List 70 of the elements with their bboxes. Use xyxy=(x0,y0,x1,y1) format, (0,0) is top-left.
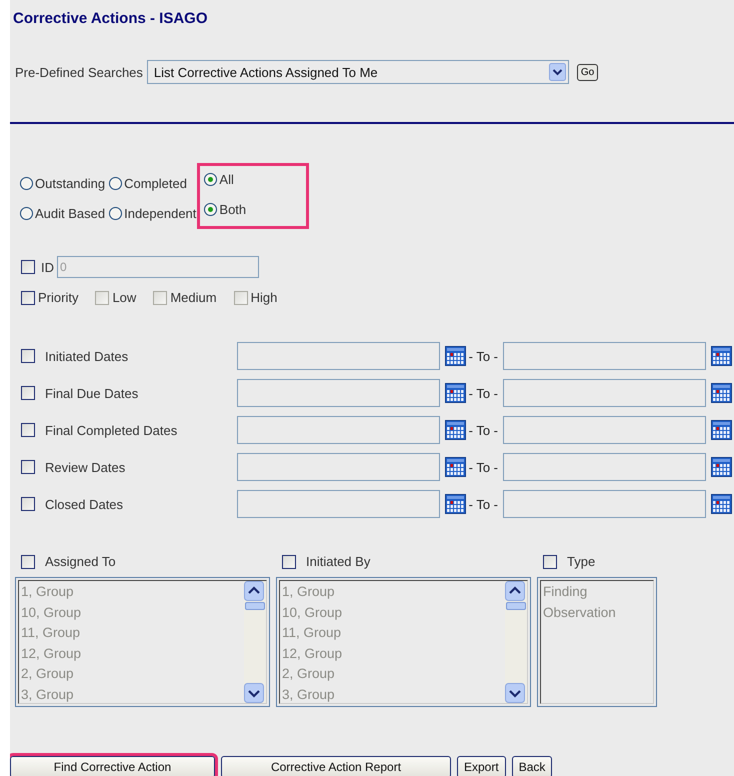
radio-button[interactable] xyxy=(204,172,218,186)
scroll-down-icon[interactable] xyxy=(244,683,264,703)
radio-button[interactable] xyxy=(20,176,33,190)
field-label: Assigned To xyxy=(45,554,116,569)
calendar-icon[interactable] xyxy=(444,420,466,440)
checkbox-label: Low xyxy=(112,290,136,305)
checkbox[interactable] xyxy=(21,423,35,437)
calendar-icon[interactable] xyxy=(444,383,466,403)
calendar-icon[interactable] xyxy=(444,346,466,366)
checkbox[interactable] xyxy=(21,497,35,511)
calendar-icon[interactable] xyxy=(711,457,732,477)
radio-button[interactable] xyxy=(109,206,122,220)
scroll-up-icon[interactable] xyxy=(244,581,264,601)
checkbox-label: High xyxy=(250,290,278,305)
field-label: Initiated By xyxy=(306,554,370,569)
date-field[interactable] xyxy=(236,342,440,370)
calendar-icon[interactable] xyxy=(711,420,732,440)
separator-label: - To - xyxy=(468,460,498,474)
date-field[interactable] xyxy=(236,490,440,518)
date-field[interactable] xyxy=(503,379,706,407)
radio-label: Outstanding xyxy=(35,176,106,190)
action-button[interactable]: Export xyxy=(457,756,506,776)
checkbox[interactable] xyxy=(21,349,35,363)
field-label: Final Completed Dates xyxy=(45,422,178,438)
radio-label: Audit Based xyxy=(35,206,106,220)
radio-button[interactable] xyxy=(20,206,33,220)
separator-label: - To - xyxy=(468,422,498,438)
calendar-icon[interactable] xyxy=(444,457,466,477)
date-field[interactable] xyxy=(236,379,440,407)
field-label: Initiated Dates xyxy=(45,348,128,364)
date-field[interactable] xyxy=(503,490,706,518)
radio-button[interactable] xyxy=(204,202,218,216)
scroll-up-icon[interactable] xyxy=(505,581,525,601)
radio-label: Both xyxy=(219,202,246,216)
separator-label: - To - xyxy=(468,348,498,364)
checkbox[interactable] xyxy=(21,290,35,304)
date-field[interactable] xyxy=(503,416,706,444)
go-button[interactable]: Go xyxy=(576,64,598,80)
field-label: Closed Dates xyxy=(45,496,124,512)
field-label: Pre-Defined Searches xyxy=(15,64,143,80)
field-label: Priority xyxy=(38,290,78,305)
scroll-thumb[interactable] xyxy=(506,602,526,610)
checkbox[interactable] xyxy=(21,460,35,474)
field-label: Final Due Dates xyxy=(45,386,138,400)
field-label: ID xyxy=(41,260,54,274)
calendar-icon[interactable] xyxy=(711,383,732,403)
radio-label: All xyxy=(219,172,234,186)
page-title: Corrective Actions - ISAGO xyxy=(13,10,208,27)
scroll-thumb[interactable] xyxy=(245,602,265,610)
action-button[interactable]: Back xyxy=(512,756,552,776)
date-field[interactable] xyxy=(236,453,440,481)
radio-button[interactable] xyxy=(109,176,122,190)
separator-label: - To - xyxy=(468,386,498,400)
calendar-icon[interactable] xyxy=(444,494,466,514)
radio-label: Completed xyxy=(124,176,187,190)
checkbox-label: Medium xyxy=(170,290,217,305)
date-field[interactable] xyxy=(503,342,706,370)
action-button[interactable]: Corrective Action Report xyxy=(221,756,451,776)
calendar-icon[interactable] xyxy=(711,494,732,514)
scroll-down-icon[interactable] xyxy=(505,683,525,703)
dropdown[interactable]: List Corrective Actions Assigned To Me xyxy=(146,60,569,84)
date-field[interactable] xyxy=(236,416,440,444)
checkbox[interactable] xyxy=(21,386,35,400)
field-label: Review Dates xyxy=(45,460,126,474)
calendar-icon[interactable] xyxy=(711,346,732,366)
radio-label: Independent xyxy=(124,206,196,220)
action-button[interactable]: Find Corrective Action xyxy=(10,756,215,776)
date-field[interactable] xyxy=(503,453,706,481)
field-label: Type xyxy=(567,554,596,569)
separator-label: - To - xyxy=(468,496,498,512)
